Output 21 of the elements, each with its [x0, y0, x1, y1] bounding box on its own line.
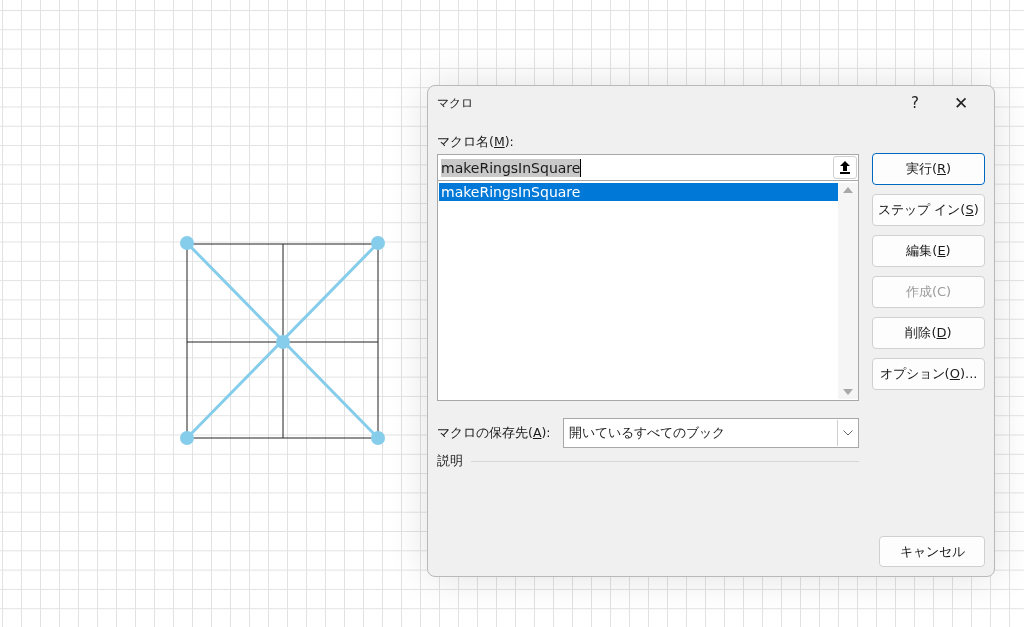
- macro-name-label: マクロ名(M):: [437, 134, 515, 150]
- dialog-button[interactable]: 削除(D): [872, 317, 985, 349]
- dialog-button[interactable]: オプション(O)...: [872, 358, 985, 390]
- macro-name-field[interactable]: makeRingsInSquare: [437, 154, 859, 181]
- dialog-title: マクロ: [437, 94, 474, 112]
- help-button[interactable]: ?: [892, 88, 938, 118]
- upload-arrow-icon: [839, 160, 851, 175]
- save-location-dropdown[interactable]: 開いているすべてのブック: [562, 418, 859, 448]
- close-button[interactable]: ✕: [938, 88, 984, 118]
- scroll-up-icon[interactable]: [843, 187, 853, 193]
- macro-list-item[interactable]: makeRingsInSquare: [439, 183, 838, 201]
- chevron-down-icon[interactable]: [843, 430, 853, 436]
- dialog-button[interactable]: 実行(R): [872, 153, 985, 185]
- upload-button[interactable]: [833, 156, 857, 179]
- cancel-button[interactable]: キャンセル: [879, 536, 985, 567]
- dialog-button[interactable]: 編集(E): [872, 235, 985, 267]
- save-location-label: マクロの保存先(A):: [437, 425, 551, 441]
- scrollbar[interactable]: [838, 183, 858, 399]
- dialog-button[interactable]: ステップ イン(S): [872, 194, 985, 226]
- description-label: 説明: [437, 453, 463, 469]
- scroll-down-icon[interactable]: [843, 389, 853, 395]
